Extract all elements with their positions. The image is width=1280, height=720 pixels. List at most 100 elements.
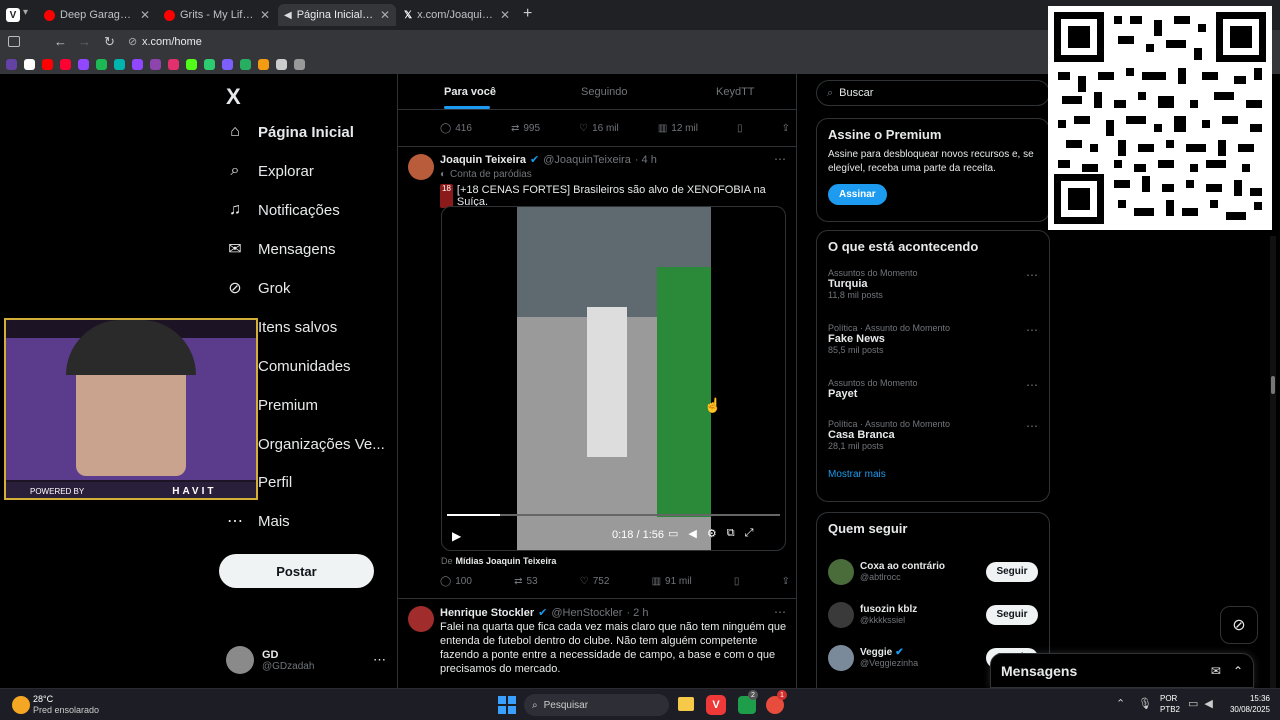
play-icon[interactable]: ▶ bbox=[452, 529, 461, 543]
more-icon[interactable]: ⋯ bbox=[774, 605, 786, 619]
vivaldi-menu-icon[interactable]: V bbox=[6, 8, 20, 22]
forward-icon[interactable]: → bbox=[78, 34, 91, 49]
avatar[interactable] bbox=[408, 154, 434, 180]
bookmark-icon[interactable] bbox=[24, 58, 35, 70]
nav-home[interactable]: ⌂ Página Inicial bbox=[226, 118, 354, 146]
bookmark-button[interactable]: ▯ bbox=[737, 123, 743, 134]
weather-icon[interactable] bbox=[12, 696, 30, 714]
bookmark-icon[interactable] bbox=[276, 58, 287, 70]
tab-for-you[interactable]: Para você bbox=[444, 74, 496, 110]
more-icon[interactable]: ⋯ bbox=[1026, 323, 1038, 337]
scrollbar[interactable] bbox=[1270, 236, 1276, 688]
trend-item[interactable]: Assuntos do Momento Turquia 11,8 mil pos… bbox=[828, 268, 1038, 323]
more-icon[interactable]: ⋯ bbox=[1026, 268, 1038, 282]
like-button[interactable]: ♡ 16 mil bbox=[579, 123, 619, 134]
bookmark-icon[interactable] bbox=[78, 58, 89, 70]
browser-tab[interactable]: Deep Garage 90's Hou ✕ bbox=[38, 4, 156, 26]
bookmark-icon[interactable] bbox=[114, 58, 125, 70]
more-icon[interactable]: ⋯ bbox=[1026, 419, 1038, 433]
nav-explore[interactable]: ⌕ Explorar bbox=[226, 157, 314, 185]
bookmark-icon[interactable] bbox=[258, 58, 269, 70]
search-input[interactable]: ⌕ Buscar bbox=[816, 80, 1050, 106]
close-icon[interactable]: ✕ bbox=[140, 8, 150, 22]
new-tab-button[interactable]: + bbox=[523, 5, 532, 23]
like-button[interactable]: ♡ 752 bbox=[580, 576, 610, 587]
fullscreen-icon[interactable]: ⤢ bbox=[745, 527, 754, 540]
post-button[interactable]: Postar bbox=[219, 554, 374, 588]
reply-button[interactable]: ◯ 100 bbox=[440, 576, 472, 587]
bookmark-icon[interactable] bbox=[186, 58, 197, 70]
video-player[interactable]: ▶ 0:18 / 1:56 ▭ ◀ ⚙ ⧉ ⤢ bbox=[441, 206, 786, 551]
grok-icon[interactable]: ⊘ bbox=[1220, 606, 1258, 644]
windows-start-icon[interactable] bbox=[498, 696, 516, 714]
new-message-icon[interactable]: ✉ bbox=[1211, 664, 1221, 678]
subscribe-button[interactable]: Assinar bbox=[828, 184, 887, 205]
account-switcher[interactable]: GD @GDzadah ⋯ bbox=[226, 644, 386, 676]
url-field[interactable]: x.com/home bbox=[142, 34, 202, 50]
share-button[interactable]: ⇪ bbox=[782, 123, 790, 134]
show-more-link[interactable]: Mostrar mais bbox=[828, 469, 1038, 480]
views-button[interactable]: ▥ 91 mil bbox=[652, 576, 692, 587]
bookmark-icon[interactable] bbox=[60, 58, 71, 70]
volume-icon[interactable]: ◀ bbox=[688, 527, 696, 540]
bookmark-icon[interactable] bbox=[222, 58, 233, 70]
share-button[interactable]: ⇪ bbox=[782, 576, 790, 587]
bookmark-icon[interactable] bbox=[150, 58, 161, 70]
bookmark-icon[interactable] bbox=[204, 58, 215, 70]
bookmark-icon[interactable] bbox=[294, 58, 305, 70]
repost-button[interactable]: ⇄ 53 bbox=[514, 576, 538, 587]
video-progress-track[interactable] bbox=[447, 514, 780, 516]
trend-item[interactable]: Assuntos do Momento Payet ⋯ bbox=[828, 378, 1038, 419]
tab-keydtt[interactable]: KeydTT bbox=[716, 74, 755, 110]
browser-tab[interactable]: Grits - My Life Be Like ✕ bbox=[158, 4, 276, 26]
browser-tab[interactable]: 𝕏 x.com/JoaquinTeixeira/ ✕ bbox=[398, 4, 516, 26]
bookmark-icon[interactable] bbox=[42, 58, 53, 70]
follow-button[interactable]: Seguir bbox=[986, 561, 1038, 582]
system-tray[interactable]: ▭ ◀ bbox=[1188, 697, 1213, 710]
browser-tab-active[interactable]: ◀ Página Inicial / X ✕ bbox=[278, 4, 396, 26]
nav-more[interactable]: ⋯ Mais bbox=[226, 507, 290, 535]
file-explorer-icon[interactable] bbox=[678, 697, 694, 711]
microphone-icon[interactable]: 🎙 bbox=[1138, 697, 1152, 710]
pip-icon[interactable]: ⧉ bbox=[727, 527, 735, 540]
close-icon[interactable]: ✕ bbox=[380, 8, 390, 22]
reload-icon[interactable]: ↻ bbox=[104, 34, 115, 50]
scrollbar-thumb[interactable] bbox=[1271, 376, 1275, 394]
close-icon[interactable]: ✕ bbox=[260, 8, 270, 22]
nav-messages[interactable]: ✉ Mensagens bbox=[226, 235, 335, 263]
nav-grok[interactable]: ⊘ Grok bbox=[226, 274, 290, 302]
chevron-down-icon[interactable]: ▾ bbox=[23, 7, 28, 18]
reply-button[interactable]: ◯ 416 bbox=[440, 123, 472, 134]
more-icon[interactable]: ⋯ bbox=[774, 152, 786, 166]
close-icon[interactable]: ✕ bbox=[500, 8, 510, 22]
nav-notifications[interactable]: ♫ Notificações bbox=[226, 196, 340, 224]
trend-item[interactable]: Política · Assunto do Momento Casa Branc… bbox=[828, 419, 1038, 469]
bookmark-icon[interactable] bbox=[168, 58, 179, 70]
captions-icon[interactable]: ▭ bbox=[668, 527, 678, 540]
repost-button[interactable]: ⇄ 995 bbox=[511, 123, 540, 134]
follow-suggestion[interactable]: fusozin kblz @kkkkssiel Seguir bbox=[828, 593, 1038, 636]
bookmark-button[interactable]: ▯ bbox=[734, 576, 740, 587]
panel-toggle-icon[interactable] bbox=[8, 36, 20, 47]
site-settings-icon[interactable]: ⊘ bbox=[128, 35, 137, 48]
x-logo[interactable]: X bbox=[226, 84, 241, 110]
bookmark-icon[interactable] bbox=[240, 58, 251, 70]
trend-item[interactable]: Política · Assunto do Momento Fake News … bbox=[828, 323, 1038, 378]
chevron-up-icon[interactable]: ⌃ bbox=[1233, 664, 1243, 678]
gear-icon[interactable]: ⚙ bbox=[707, 527, 717, 540]
chevron-up-icon[interactable]: ⌃ bbox=[1116, 697, 1125, 710]
more-icon[interactable]: ⋯ bbox=[1026, 378, 1038, 392]
taskbar-search[interactable]: ⌕ Pesquisar bbox=[524, 694, 669, 716]
views-button[interactable]: ▥ 12 mil bbox=[658, 123, 698, 134]
bookmark-icon[interactable] bbox=[96, 58, 107, 70]
back-icon[interactable]: ← bbox=[54, 34, 67, 49]
avatar[interactable] bbox=[408, 606, 434, 632]
more-icon[interactable]: ⋯ bbox=[373, 652, 386, 668]
vivaldi-icon[interactable]: V bbox=[706, 695, 726, 715]
tab-following[interactable]: Seguindo bbox=[581, 74, 628, 110]
bookmark-icon[interactable] bbox=[132, 58, 143, 70]
follow-suggestion[interactable]: Coxa ao contrário @abtlrocc Seguir bbox=[828, 550, 1038, 593]
follow-button[interactable]: Seguir bbox=[986, 604, 1038, 625]
messages-dock[interactable]: Mensagens ✉ ⌃ bbox=[990, 653, 1254, 688]
bookmark-icon[interactable] bbox=[6, 58, 17, 70]
